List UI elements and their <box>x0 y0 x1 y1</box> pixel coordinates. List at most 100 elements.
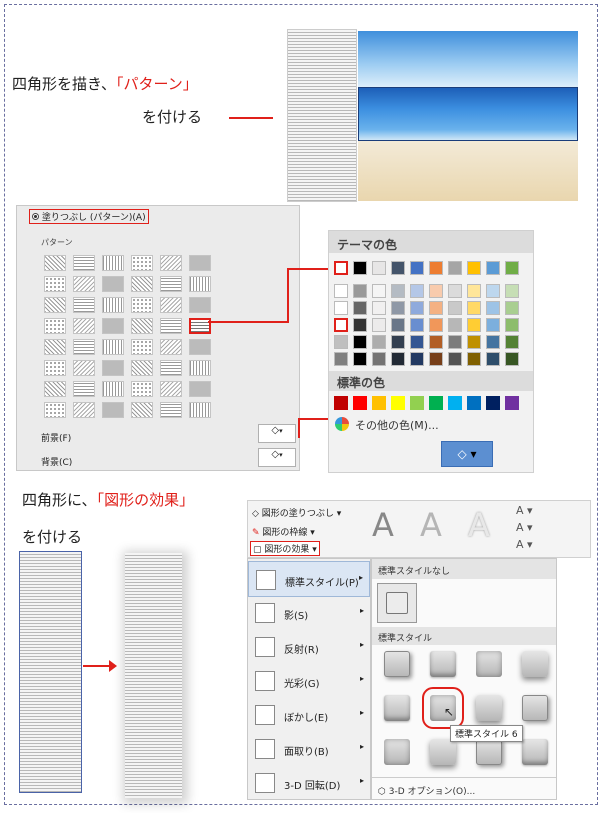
theme-color-swatch[interactable] <box>429 335 443 349</box>
standard-color-swatch[interactable] <box>410 396 424 410</box>
theme-color-swatch[interactable] <box>429 318 443 332</box>
wordart-style-3[interactable]: A <box>456 506 502 546</box>
background-color-button[interactable]: ◇▾ <box>258 448 296 467</box>
theme-color-swatch[interactable] <box>505 352 519 366</box>
standard-color-swatch[interactable] <box>486 396 500 410</box>
preset-style-option[interactable] <box>476 695 502 721</box>
theme-color-swatch[interactable] <box>372 284 386 298</box>
pattern-swatch[interactable] <box>102 318 124 334</box>
standard-color-swatch[interactable] <box>334 396 348 410</box>
theme-color-swatch[interactable] <box>448 284 462 298</box>
pattern-swatch[interactable] <box>131 402 153 418</box>
pattern-swatch[interactable] <box>131 339 153 355</box>
theme-color-swatch[interactable] <box>372 318 386 332</box>
theme-color-swatch[interactable] <box>391 335 405 349</box>
theme-color-swatch[interactable] <box>429 284 443 298</box>
theme-color-swatch[interactable] <box>372 335 386 349</box>
pattern-fill-radio[interactable]: 塗りつぶし (パターン)(A) <box>29 209 149 224</box>
pattern-swatch[interactable] <box>44 276 66 292</box>
pattern-swatch[interactable] <box>160 402 182 418</box>
standard-color-swatch[interactable] <box>467 396 481 410</box>
pattern-swatch[interactable] <box>131 381 153 397</box>
fill-color-dropdown-button[interactable]: ◇ ▾ <box>441 441 493 467</box>
pattern-swatch[interactable] <box>160 297 182 313</box>
pattern-swatch[interactable] <box>131 360 153 376</box>
theme-color-swatch[interactable] <box>486 261 500 275</box>
theme-color-swatch[interactable] <box>353 318 367 332</box>
effects-menu-item[interactable]: 標準スタイル(P) ▸ <box>248 561 370 597</box>
effects-menu-item[interactable]: 面取り(B) ▸ <box>248 731 370 767</box>
pattern-swatch[interactable] <box>160 318 182 334</box>
standard-color-swatch[interactable] <box>372 396 386 410</box>
preset-style-option[interactable]: ↖ <box>422 687 464 729</box>
theme-color-swatch[interactable] <box>391 352 405 366</box>
pattern-swatch[interactable] <box>131 255 153 271</box>
pattern-swatch[interactable] <box>44 255 66 271</box>
theme-color-swatch[interactable] <box>372 352 386 366</box>
theme-color-swatch[interactable] <box>448 352 462 366</box>
standard-color-swatch[interactable] <box>353 396 367 410</box>
pattern-swatch[interactable] <box>160 255 182 271</box>
preset-style-option[interactable] <box>384 651 410 677</box>
standard-color-swatch[interactable] <box>429 396 443 410</box>
pattern-swatch[interactable] <box>44 402 66 418</box>
pattern-swatch[interactable] <box>44 381 66 397</box>
preset-style-option[interactable] <box>430 739 456 765</box>
theme-color-swatch[interactable] <box>353 301 367 315</box>
pattern-swatch[interactable] <box>160 360 182 376</box>
theme-color-swatch[interactable] <box>372 261 386 275</box>
theme-color-swatch[interactable] <box>448 301 462 315</box>
theme-color-swatch[interactable] <box>353 352 367 366</box>
theme-color-swatch[interactable] <box>353 261 367 275</box>
preset-style-option[interactable] <box>384 739 410 765</box>
pattern-swatch[interactable] <box>102 297 124 313</box>
pattern-swatch[interactable] <box>189 381 211 397</box>
preset-style-option[interactable] <box>522 739 548 765</box>
standard-color-swatch[interactable] <box>391 396 405 410</box>
pattern-swatch[interactable] <box>131 297 153 313</box>
pattern-swatch[interactable] <box>131 276 153 292</box>
theme-color-swatch[interactable] <box>467 261 481 275</box>
theme-color-swatch[interactable] <box>467 335 481 349</box>
wordart-style-1[interactable]: A <box>360 506 406 546</box>
theme-color-swatch[interactable] <box>334 352 348 366</box>
theme-color-swatch[interactable] <box>334 301 348 315</box>
pattern-swatch[interactable] <box>73 255 95 271</box>
theme-color-swatch[interactable] <box>334 261 348 275</box>
theme-color-swatch[interactable] <box>334 318 348 332</box>
pattern-swatch[interactable] <box>73 360 95 376</box>
pattern-swatch[interactable] <box>102 402 124 418</box>
theme-color-swatch[interactable] <box>410 301 424 315</box>
pattern-swatch[interactable] <box>160 276 182 292</box>
shape-fill-button[interactable]: ◇ 図形の塗りつぶし ▾ <box>252 506 341 519</box>
pattern-swatch[interactable] <box>189 360 211 376</box>
theme-color-swatch[interactable] <box>429 352 443 366</box>
pattern-swatch[interactable] <box>73 381 95 397</box>
theme-color-swatch[interactable] <box>467 301 481 315</box>
preset-style-option[interactable] <box>476 739 502 765</box>
3d-options-link[interactable]: ⬡ 3-D オプション(O)... <box>378 784 475 797</box>
foreground-color-button[interactable]: ◇▾ <box>258 424 296 443</box>
theme-color-swatch[interactable] <box>505 284 519 298</box>
theme-color-swatch[interactable] <box>505 335 519 349</box>
theme-color-swatch[interactable] <box>391 318 405 332</box>
preset-style-option[interactable] <box>476 651 502 677</box>
pattern-swatch[interactable] <box>189 297 211 313</box>
pattern-swatch[interactable] <box>189 402 211 418</box>
pattern-swatch[interactable] <box>102 339 124 355</box>
theme-color-swatch[interactable] <box>391 284 405 298</box>
pattern-swatch[interactable] <box>73 402 95 418</box>
pattern-swatch[interactable] <box>44 339 66 355</box>
text-effects-button[interactable]: A ▾ <box>516 538 533 551</box>
theme-color-swatch[interactable] <box>486 284 500 298</box>
theme-color-swatch[interactable] <box>486 301 500 315</box>
pattern-swatch[interactable] <box>131 318 153 334</box>
pattern-swatch[interactable] <box>189 255 211 271</box>
pattern-swatch[interactable] <box>44 318 66 334</box>
pattern-swatch[interactable] <box>102 276 124 292</box>
theme-color-swatch[interactable] <box>353 335 367 349</box>
theme-color-swatch[interactable] <box>429 261 443 275</box>
theme-color-swatch[interactable] <box>410 284 424 298</box>
theme-color-swatch[interactable] <box>448 318 462 332</box>
effects-menu-item[interactable]: 3-D 回転(D) ▸ <box>248 765 370 801</box>
